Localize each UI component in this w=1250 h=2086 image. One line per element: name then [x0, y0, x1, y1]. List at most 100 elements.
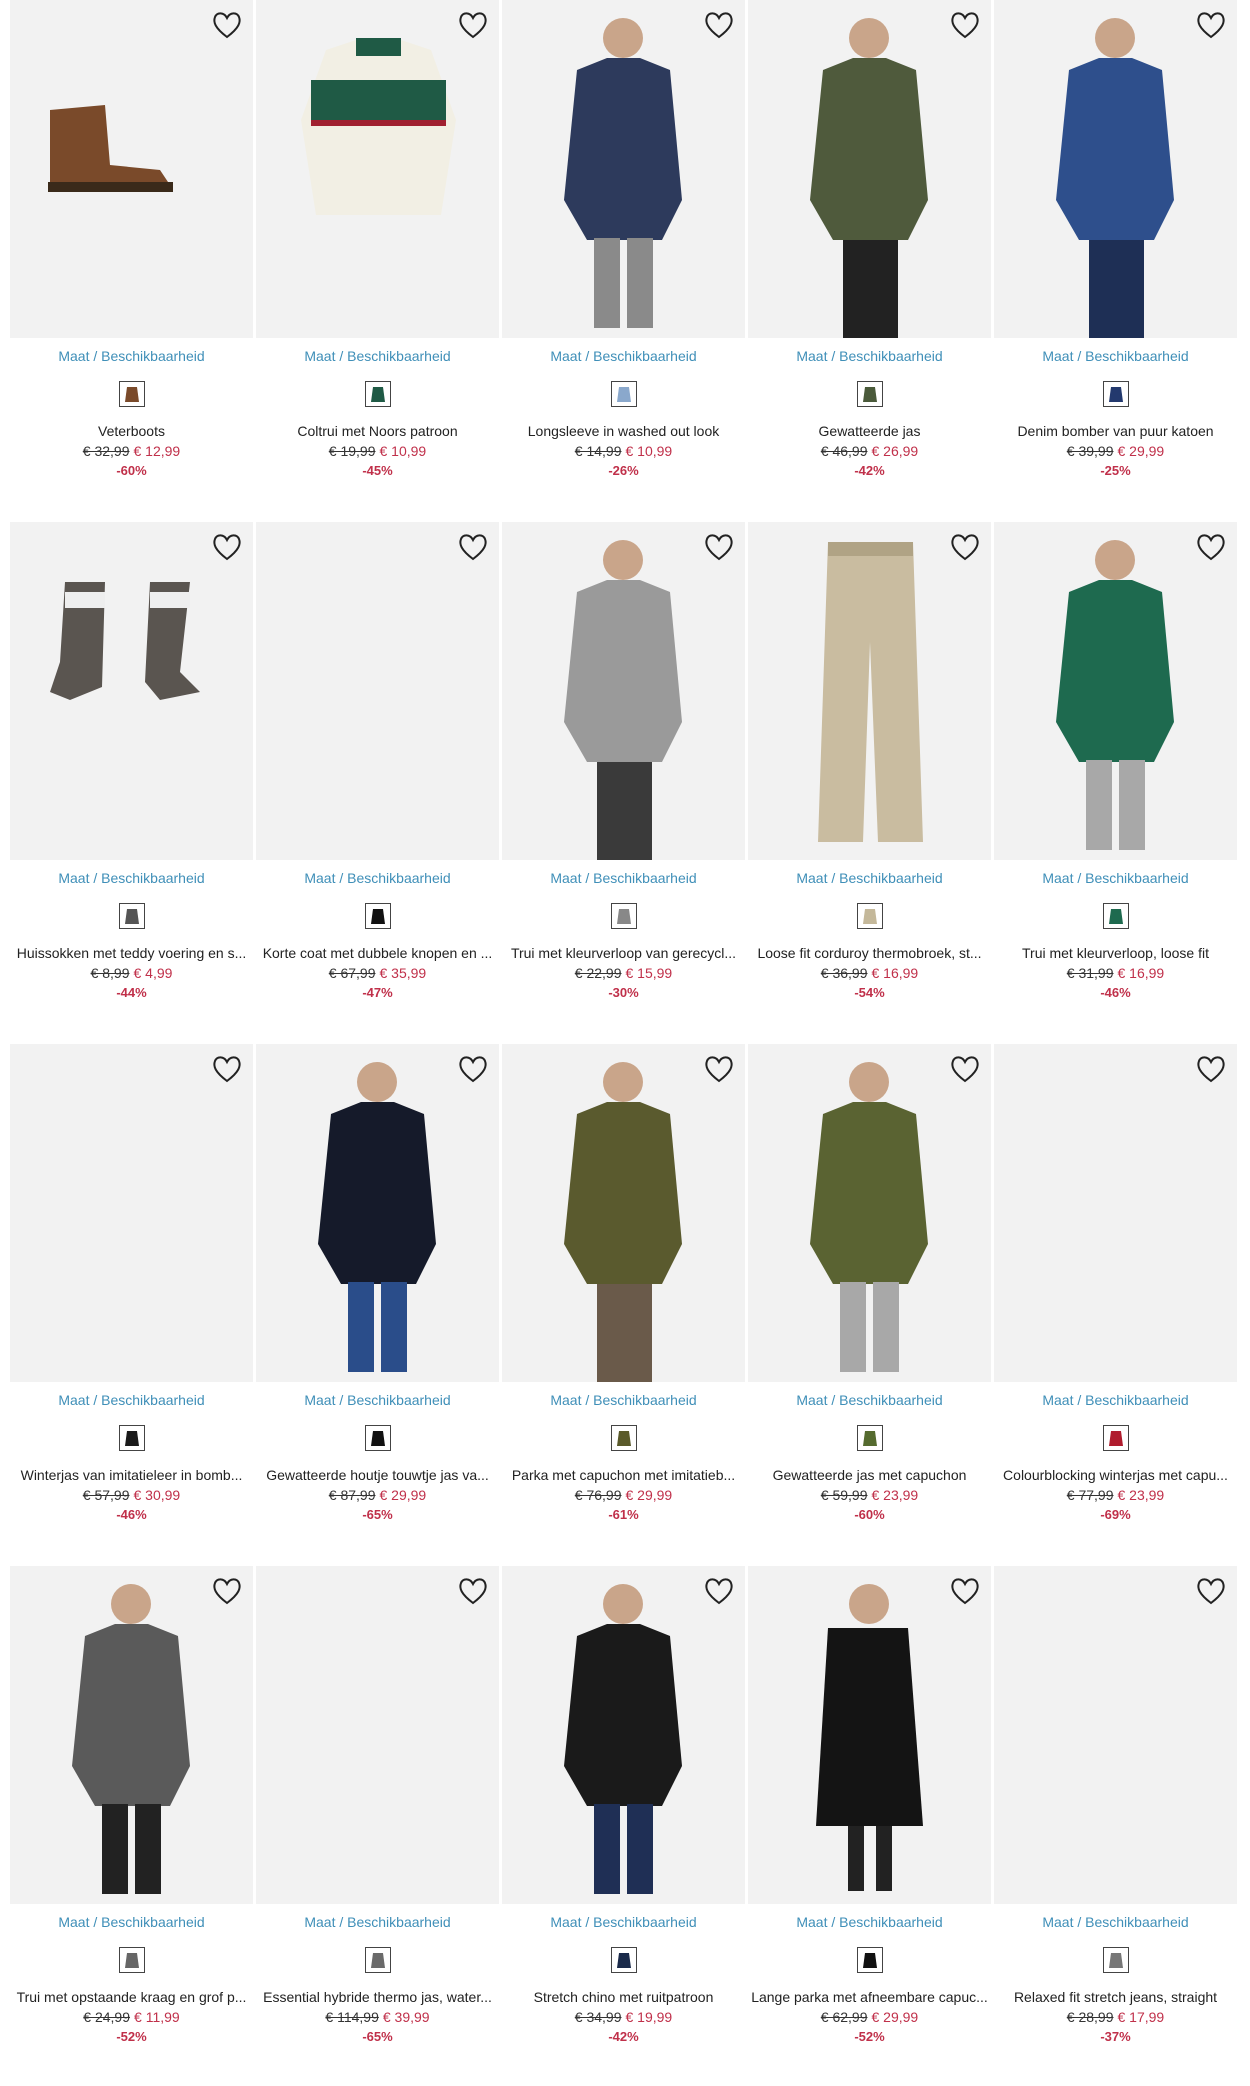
product-card[interactable]: Maat / Beschikbaarheid Essential hybride… — [256, 1566, 499, 2086]
color-swatch[interactable] — [857, 381, 883, 407]
product-image[interactable] — [10, 1566, 253, 1904]
size-availability-link[interactable]: Maat / Beschikbaarheid — [10, 1392, 253, 1408]
color-swatch[interactable] — [119, 1425, 145, 1451]
product-card[interactable]: Maat / Beschikbaarheid Stretch chino met… — [502, 1566, 745, 2086]
product-name[interactable]: Korte coat met dubbele knopen en ... — [256, 945, 499, 961]
product-card[interactable]: Maat / Beschikbaarheid Denim bomber van … — [994, 0, 1237, 520]
product-card[interactable]: Maat / Beschikbaarheid Huissokken met te… — [10, 522, 253, 1042]
product-image[interactable] — [502, 1566, 745, 1904]
product-name[interactable]: Relaxed fit stretch jeans, straight — [994, 1989, 1237, 2005]
color-swatch[interactable] — [611, 903, 637, 929]
heart-outline-icon[interactable] — [457, 1576, 489, 1606]
heart-outline-icon[interactable] — [1195, 1054, 1227, 1084]
heart-outline-icon[interactable] — [703, 10, 735, 40]
heart-outline-icon[interactable] — [703, 1576, 735, 1606]
heart-outline-icon[interactable] — [211, 1054, 243, 1084]
product-image[interactable] — [502, 1044, 745, 1382]
product-card[interactable]: Maat / Beschikbaarheid Gewatteerde jas m… — [748, 1044, 991, 1564]
product-name[interactable]: Longsleeve in washed out look — [502, 423, 745, 439]
product-image[interactable] — [10, 522, 253, 860]
size-availability-link[interactable]: Maat / Beschikbaarheid — [748, 348, 991, 364]
product-card[interactable]: Maat / Beschikbaarheid Lange parka met a… — [748, 1566, 991, 2086]
product-image[interactable] — [994, 1044, 1237, 1382]
product-card[interactable]: Maat / Beschikbaarheid Trui met kleurver… — [994, 522, 1237, 1042]
product-name[interactable]: Gewatteerde jas met capuchon — [748, 1467, 991, 1483]
product-name[interactable]: Trui met kleurverloop, loose fit — [994, 945, 1237, 961]
heart-outline-icon[interactable] — [949, 10, 981, 40]
product-card[interactable]: Maat / Beschikbaarheid Longsleeve in was… — [502, 0, 745, 520]
color-swatch[interactable] — [1103, 903, 1129, 929]
product-image[interactable] — [10, 0, 253, 338]
heart-outline-icon[interactable] — [949, 532, 981, 562]
heart-outline-icon[interactable] — [211, 1576, 243, 1606]
product-image[interactable] — [994, 1566, 1237, 1904]
product-card[interactable]: Maat / Beschikbaarheid Gewatteerde houtj… — [256, 1044, 499, 1564]
heart-outline-icon[interactable] — [457, 532, 489, 562]
product-card[interactable]: Maat / Beschikbaarheid Gewatteerde jas €… — [748, 0, 991, 520]
size-availability-link[interactable]: Maat / Beschikbaarheid — [502, 870, 745, 886]
product-image[interactable] — [748, 0, 991, 338]
product-card[interactable]: Maat / Beschikbaarheid Winterjas van imi… — [10, 1044, 253, 1564]
color-swatch[interactable] — [365, 1947, 391, 1973]
product-image[interactable] — [502, 0, 745, 338]
color-swatch[interactable] — [857, 1425, 883, 1451]
product-image[interactable] — [502, 522, 745, 860]
product-card[interactable]: Maat / Beschikbaarheid Veterboots € 32,9… — [10, 0, 253, 520]
heart-outline-icon[interactable] — [1195, 532, 1227, 562]
product-name[interactable]: Huissokken met teddy voering en s... — [10, 945, 253, 961]
product-image[interactable] — [256, 522, 499, 860]
product-card[interactable]: Maat / Beschikbaarheid Colourblocking wi… — [994, 1044, 1237, 1564]
product-card[interactable]: Maat / Beschikbaarheid Loose fit corduro… — [748, 522, 991, 1042]
color-swatch[interactable] — [365, 381, 391, 407]
size-availability-link[interactable]: Maat / Beschikbaarheid — [502, 1392, 745, 1408]
product-image[interactable] — [994, 522, 1237, 860]
product-name[interactable]: Denim bomber van puur katoen — [994, 423, 1237, 439]
product-image[interactable] — [256, 1044, 499, 1382]
size-availability-link[interactable]: Maat / Beschikbaarheid — [502, 1914, 745, 1930]
size-availability-link[interactable]: Maat / Beschikbaarheid — [256, 870, 499, 886]
product-name[interactable]: Loose fit corduroy thermobroek, st... — [748, 945, 991, 961]
color-swatch[interactable] — [611, 381, 637, 407]
heart-outline-icon[interactable] — [949, 1054, 981, 1084]
product-image[interactable] — [256, 1566, 499, 1904]
color-swatch[interactable] — [1103, 1947, 1129, 1973]
heart-outline-icon[interactable] — [211, 532, 243, 562]
product-name[interactable]: Trui met kleurverloop van gerecycl... — [502, 945, 745, 961]
size-availability-link[interactable]: Maat / Beschikbaarheid — [994, 1914, 1237, 1930]
product-image[interactable] — [10, 1044, 253, 1382]
product-image[interactable] — [748, 1566, 991, 1904]
heart-outline-icon[interactable] — [457, 10, 489, 40]
size-availability-link[interactable]: Maat / Beschikbaarheid — [994, 870, 1237, 886]
size-availability-link[interactable]: Maat / Beschikbaarheid — [256, 1392, 499, 1408]
product-card[interactable]: Maat / Beschikbaarheid Trui met opstaand… — [10, 1566, 253, 2086]
size-availability-link[interactable]: Maat / Beschikbaarheid — [994, 1392, 1237, 1408]
size-availability-link[interactable]: Maat / Beschikbaarheid — [748, 1914, 991, 1930]
heart-outline-icon[interactable] — [211, 10, 243, 40]
product-name[interactable]: Lange parka met afneembare capuc... — [748, 1989, 991, 2005]
product-card[interactable]: Maat / Beschikbaarheid Korte coat met du… — [256, 522, 499, 1042]
product-name[interactable]: Gewatteerde houtje touwtje jas va... — [256, 1467, 499, 1483]
product-name[interactable]: Veterboots — [10, 423, 253, 439]
color-swatch[interactable] — [1103, 1425, 1129, 1451]
product-name[interactable]: Coltrui met Noors patroon — [256, 423, 499, 439]
product-card[interactable]: Maat / Beschikbaarheid Parka met capucho… — [502, 1044, 745, 1564]
size-availability-link[interactable]: Maat / Beschikbaarheid — [10, 870, 253, 886]
heart-outline-icon[interactable] — [1195, 1576, 1227, 1606]
size-availability-link[interactable]: Maat / Beschikbaarheid — [502, 348, 745, 364]
color-swatch[interactable] — [1103, 381, 1129, 407]
heart-outline-icon[interactable] — [703, 532, 735, 562]
size-availability-link[interactable]: Maat / Beschikbaarheid — [10, 348, 253, 364]
product-image[interactable] — [994, 0, 1237, 338]
size-availability-link[interactable]: Maat / Beschikbaarheid — [748, 870, 991, 886]
heart-outline-icon[interactable] — [703, 1054, 735, 1084]
product-card[interactable]: Maat / Beschikbaarheid Relaxed fit stret… — [994, 1566, 1237, 2086]
product-name[interactable]: Colourblocking winterjas met capu... — [994, 1467, 1237, 1483]
color-swatch[interactable] — [365, 1425, 391, 1451]
heart-outline-icon[interactable] — [949, 1576, 981, 1606]
color-swatch[interactable] — [611, 1425, 637, 1451]
product-name[interactable]: Parka met capuchon met imitatieb... — [502, 1467, 745, 1483]
product-image[interactable] — [748, 1044, 991, 1382]
heart-outline-icon[interactable] — [1195, 10, 1227, 40]
heart-outline-icon[interactable] — [457, 1054, 489, 1084]
color-swatch[interactable] — [611, 1947, 637, 1973]
